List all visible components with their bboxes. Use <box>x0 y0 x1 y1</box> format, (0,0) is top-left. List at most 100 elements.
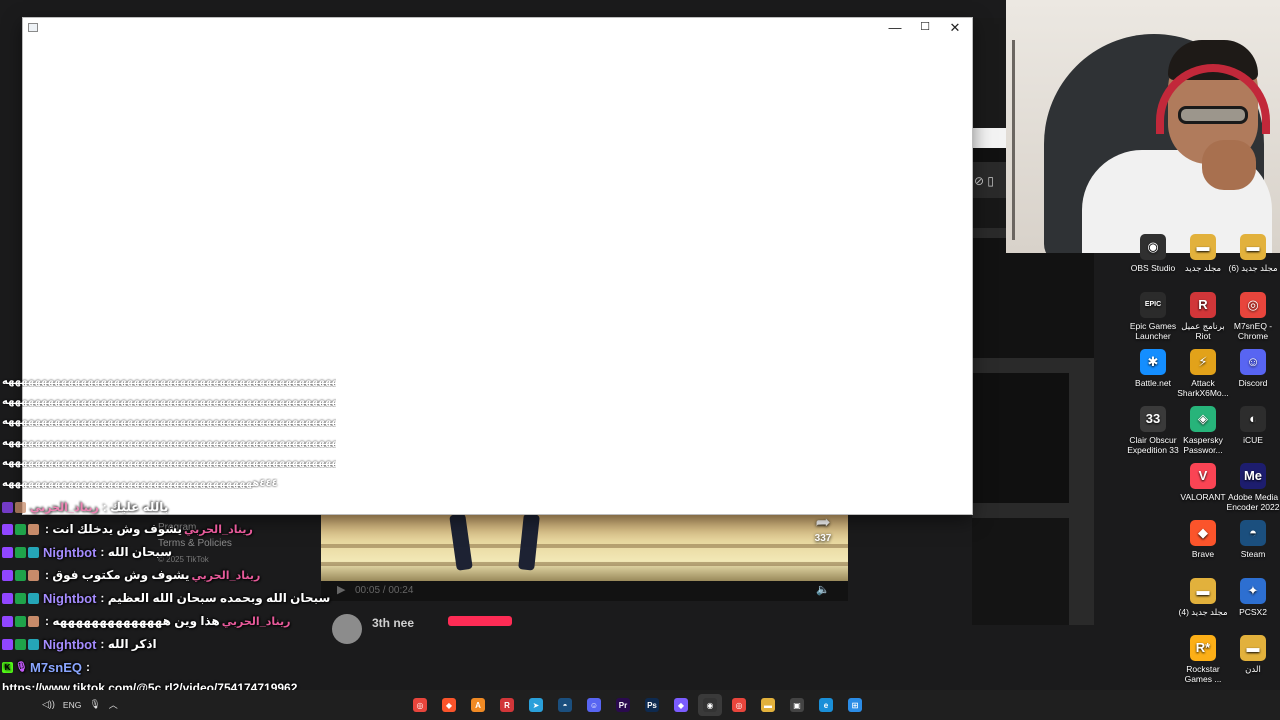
discord-icon: ☺ <box>587 698 601 712</box>
taskbar-chrome-button[interactable]: ◎ <box>408 694 432 716</box>
desktop-icon-label: برنامج عميل Riot <box>1181 321 1225 341</box>
taskbar-discord-button[interactable]: ☺ <box>582 694 606 716</box>
desktop-icon-adobe[interactable]: Me Adobe Media Encoder 2022 <box>1226 463 1280 512</box>
attack-icon: ⚡ <box>1190 349 1216 375</box>
chrome-icon: ◎ <box>413 698 427 712</box>
desktop-icon-obs[interactable]: ◉ OBS Studio <box>1126 234 1180 273</box>
volume-icon[interactable]: 🔈 <box>816 583 830 596</box>
background-panel-2 <box>972 373 1069 503</box>
taskbar-store-button[interactable]: ▣ <box>785 694 809 716</box>
webcam-hand <box>1202 140 1256 190</box>
author-name[interactable]: 3th nee <box>372 616 414 630</box>
desktop-icon-valorant[interactable]: V VALORANT <box>1176 463 1230 502</box>
taskbar-edge-button[interactable]: e <box>814 694 838 716</box>
taskbar-obs-button[interactable]: ◉ <box>698 694 722 716</box>
video-leg <box>518 514 540 571</box>
twitch-icon <box>2 546 13 558</box>
bot-badge-icon <box>28 546 39 558</box>
desktop-icon-kaspersky[interactable]: ◈ Kaspersky Passwor... <box>1176 406 1230 455</box>
photoshop-icon: Ps <box>645 698 659 712</box>
desktop-icon-rockstar[interactable]: R* Rockstar Games ... <box>1176 635 1230 684</box>
desktop-icon-discord[interactable]: ☺ Discord <box>1226 349 1280 388</box>
twitch-icon <box>2 569 13 581</box>
desktop-icon-label: Attack SharkX6Mo... <box>1177 378 1229 398</box>
avatar[interactable] <box>332 614 362 644</box>
maximize-button[interactable]: ☐ <box>910 18 940 38</box>
kaspersky-icon: ◈ <box>1190 406 1216 432</box>
taskbar-windows-button[interactable]: ⊞ <box>843 694 867 716</box>
pcsx2-icon: ✦ <box>1240 578 1266 604</box>
desktop-icon-folder6[interactable]: ▬ مجلد جديد (6) <box>1226 234 1280 273</box>
desktop-icon-pcsx2[interactable]: ✦ PCSX2 <box>1226 578 1280 617</box>
desktop-icon-clair[interactable]: 33 Clair Obscur Expedition 33 <box>1126 406 1180 455</box>
battlenet-icon: ✱ <box>1140 349 1166 375</box>
chat-message: : هذا وين ههههههههههههههه ريناد_الحربي <box>2 611 291 631</box>
close-button[interactable]: ✕ <box>940 18 970 38</box>
taskbar-telegram-button[interactable]: ➤ <box>524 694 548 716</box>
desktop-icon-steam[interactable]: ◓ Steam <box>1226 520 1280 559</box>
play-icon[interactable]: ▶ <box>337 583 345 596</box>
window-titlebar[interactable]: — ☐ ✕ <box>23 18 972 38</box>
steam-icon: ◓ <box>1240 520 1266 546</box>
chat-message: : يشوف وش مكتوب فوق ريناد_الحربي <box>2 565 260 585</box>
tiktok-terms-link[interactable]: Terms & Policies <box>158 536 232 552</box>
desktop-icon-epic[interactable]: EPIC Epic Games Launcher <box>1126 292 1180 341</box>
chat-message: Nightbot : سبحان الله <box>2 542 172 562</box>
desktop-icon-folder1[interactable]: ▬ مجلد جديد <box>1176 234 1230 273</box>
video-person-legs <box>449 514 543 574</box>
taskbar-premiere-button[interactable]: Pr <box>611 694 635 716</box>
desktop-icon-label: Adobe Media Encoder 2022 <box>1226 492 1280 512</box>
video-time: 00:05 / 00:24 <box>355 585 414 596</box>
desktop-icon-label: iCUE <box>1243 435 1263 445</box>
verified-badge-icon <box>15 638 26 650</box>
chat-username: Nightbot <box>43 590 97 606</box>
taskbar-steam-button[interactable]: ◓ <box>553 694 577 716</box>
app-icon <box>28 23 38 32</box>
desktop-icon-label: Steam <box>1240 549 1266 559</box>
aldin-icon: ▬ <box>1240 635 1266 661</box>
chevron-up-icon[interactable]: ︿ <box>109 698 118 711</box>
chat-text: : اذكر الله <box>100 637 157 651</box>
desktop-icon-label: Kaspersky Passwor... <box>1183 435 1223 455</box>
video-stair-line <box>321 544 848 548</box>
taskbar-brave-button[interactable]: ◆ <box>437 694 461 716</box>
desktop-icon-label: VALORANT <box>1180 492 1226 502</box>
minimize-button[interactable]: — <box>880 18 910 38</box>
twitch-icon <box>2 523 13 535</box>
valorant-icon: V <box>1190 463 1216 489</box>
follow-button[interactable] <box>448 616 512 626</box>
background-panel-1 <box>972 238 1094 358</box>
chat-text: : هذا وين ههههههههههههههه <box>45 614 220 628</box>
premiere-icon: Pr <box>616 698 630 712</box>
tiktok-program-link[interactable]: Program <box>158 520 232 536</box>
desktop-icon-brave[interactable]: ◆ Brave <box>1176 520 1230 559</box>
background-tab-strip <box>972 128 1006 148</box>
mic-icon[interactable]: 🎙 <box>89 699 100 710</box>
chat-text: : سبحان الله وبحمده سبحان الله العظيم <box>100 591 331 605</box>
taskbar-photoshop-button[interactable]: Ps <box>640 694 664 716</box>
edge-icon: e <box>819 698 833 712</box>
desktop-icon-riot[interactable]: R برنامج عميل Riot <box>1176 292 1230 341</box>
desktop-icon-attack[interactable]: ⚡ Attack SharkX6Mo... <box>1176 349 1230 398</box>
background-window-strip <box>972 18 1006 128</box>
tiktok-video[interactable] <box>321 514 848 581</box>
language-indicator[interactable]: ENG <box>63 700 81 710</box>
taskbar-chrome2-button[interactable]: ◎ <box>727 694 751 716</box>
tiktok-share-button[interactable]: ➦ 337 <box>808 512 838 544</box>
desktop-icon-battlenet[interactable]: ✱ Battle.net <box>1126 349 1180 388</box>
taskbar-explorer-button[interactable]: ▬ <box>756 694 780 716</box>
discord-icon: ☺ <box>1240 349 1266 375</box>
desktop-icon-icue[interactable]: ◐ iCUE <box>1226 406 1280 445</box>
tiktok-copyright: © 2025 TikTok <box>158 555 209 564</box>
taskbar-aseprite-button[interactable]: A <box>466 694 490 716</box>
chrome-icon: ◎ <box>1240 292 1266 318</box>
main-window[interactable]: — ☐ ✕ <box>23 18 972 514</box>
desktop-icon-folder4[interactable]: ▬ مجلد جديد (4) <box>1176 578 1230 617</box>
webcam-door-frame <box>1012 40 1015 240</box>
taskbar-streamlabs-button[interactable]: ◆ <box>669 694 693 716</box>
desktop-icon-aldin[interactable]: ▬ الدن <box>1226 635 1280 674</box>
volume-icon[interactable]: ◁)) <box>42 699 55 710</box>
taskbar-riot-button[interactable]: R <box>495 694 519 716</box>
desktop-icon-chrome[interactable]: ◎ M7snEQ - Chrome <box>1226 292 1280 341</box>
obs-icon: ◉ <box>703 698 717 712</box>
